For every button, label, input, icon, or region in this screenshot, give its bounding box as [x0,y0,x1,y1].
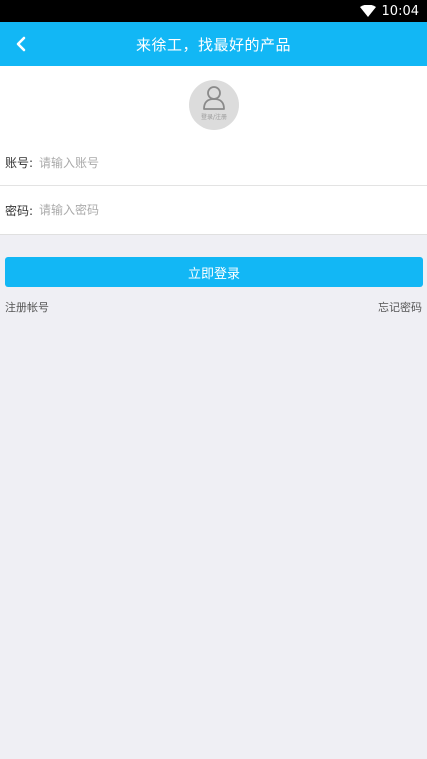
form-divider [0,234,427,235]
account-label: 账号: [5,156,34,170]
forgot-password-link[interactable]: 忘记密码 [378,299,422,315]
avatar-label: 登录/注册 [200,114,228,121]
password-label: 密码: [5,203,34,218]
user-icon [203,86,225,110]
login-button[interactable]: 立即登录 [5,257,423,287]
register-link[interactable]: 注册帐号 [5,299,49,315]
avatar[interactable]: 登录/注册 [189,80,239,130]
back-arrow-icon [16,36,26,52]
status-time: 10:04 [381,3,419,19]
page-title: 来徐工，找最好的产品 [135,35,291,54]
account-row: 账号: [0,140,427,186]
status-bar: 10:04 [0,0,427,22]
password-row: 密码: [0,187,427,233]
password-input[interactable] [39,195,399,225]
wifi-icon [359,5,376,17]
back-button[interactable] [6,29,36,59]
app-bar: 来徐工，找最好的产品 [0,22,427,66]
account-input[interactable] [39,147,399,178]
login-form: 登录/注册 账号: 密码: [0,66,427,234]
